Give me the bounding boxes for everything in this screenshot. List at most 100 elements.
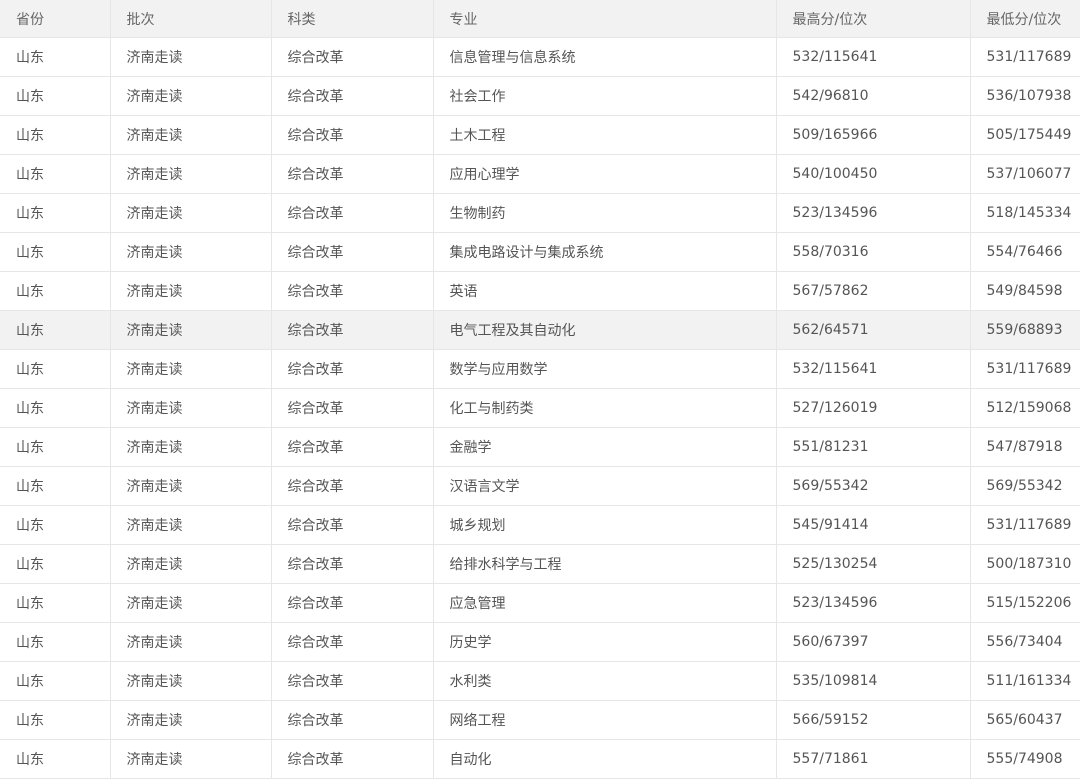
cell-min-score-rank: 537/106077 bbox=[970, 154, 1080, 194]
cell-batch: 济南走读 bbox=[110, 700, 272, 740]
table-row: 山东 济南走读 综合改革 城乡规划 545/91414 531/117689 bbox=[0, 505, 1080, 545]
cell-min-score-rank: 569/55342 bbox=[970, 466, 1080, 506]
cell-subject-type: 综合改革 bbox=[271, 232, 434, 272]
cell-min-score-rank: 512/159068 bbox=[970, 388, 1080, 428]
cell-batch: 济南走读 bbox=[110, 388, 272, 428]
cell-max-score-rank: 545/91414 bbox=[776, 505, 971, 545]
cell-major: 数学与应用数学 bbox=[433, 349, 777, 389]
cell-major: 水利类 bbox=[433, 661, 777, 701]
cell-batch: 济南走读 bbox=[110, 232, 272, 272]
cell-subject-type: 综合改革 bbox=[271, 700, 434, 740]
cell-min-score-rank: 511/161334 bbox=[970, 661, 1080, 701]
cell-subject-type: 综合改革 bbox=[271, 154, 434, 194]
table-row: 山东 济南走读 综合改革 化工与制药类 527/126019 512/159068 bbox=[0, 388, 1080, 428]
cell-min-score-rank: 531/117689 bbox=[970, 349, 1080, 389]
header-province: 省份 bbox=[0, 0, 111, 38]
cell-batch: 济南走读 bbox=[110, 193, 272, 233]
cell-subject-type: 综合改革 bbox=[271, 310, 434, 350]
table-row: 山东 济南走读 综合改革 自动化 557/71861 555/74908 bbox=[0, 739, 1080, 779]
cell-major: 历史学 bbox=[433, 622, 777, 662]
table-row: 山东 济南走读 综合改革 应急管理 523/134596 515/152206 bbox=[0, 583, 1080, 623]
cell-min-score-rank: 536/107938 bbox=[970, 76, 1080, 116]
table-row: 山东 济南走读 综合改革 水利类 535/109814 511/161334 bbox=[0, 661, 1080, 701]
cell-batch: 济南走读 bbox=[110, 661, 272, 701]
cell-batch: 济南走读 bbox=[110, 271, 272, 311]
cell-major: 社会工作 bbox=[433, 76, 777, 116]
table-row: 山东 济南走读 综合改革 汉语言文学 569/55342 569/55342 bbox=[0, 466, 1080, 506]
cell-province: 山东 bbox=[0, 544, 111, 584]
cell-min-score-rank: 531/117689 bbox=[970, 505, 1080, 545]
cell-min-score-rank: 518/145334 bbox=[970, 193, 1080, 233]
cell-province: 山东 bbox=[0, 700, 111, 740]
cell-province: 山东 bbox=[0, 310, 111, 350]
cell-major: 金融学 bbox=[433, 427, 777, 467]
table-row: 山东 济南走读 综合改革 集成电路设计与集成系统 558/70316 554/76466 bbox=[0, 232, 1080, 272]
cell-major: 土木工程 bbox=[433, 115, 777, 155]
table-row: 山东 济南走读 综合改革 土木工程 509/165966 505/175449 bbox=[0, 115, 1080, 155]
cell-province: 山东 bbox=[0, 583, 111, 623]
cell-min-score-rank: 549/84598 bbox=[970, 271, 1080, 311]
cell-max-score-rank: 551/81231 bbox=[776, 427, 971, 467]
table-row: 山东 济南走读 综合改革 金融学 551/81231 547/87918 bbox=[0, 427, 1080, 467]
cell-max-score-rank: 523/134596 bbox=[776, 193, 971, 233]
cell-batch: 济南走读 bbox=[110, 115, 272, 155]
cell-subject-type: 综合改革 bbox=[271, 739, 434, 779]
cell-subject-type: 综合改革 bbox=[271, 661, 434, 701]
cell-major: 应用心理学 bbox=[433, 154, 777, 194]
cell-batch: 济南走读 bbox=[110, 622, 272, 662]
header-max-score-rank: 最高分/位次 bbox=[776, 0, 971, 38]
cell-batch: 济南走读 bbox=[110, 583, 272, 623]
table-row: 山东 济南走读 综合改革 生物制药 523/134596 518/145334 bbox=[0, 193, 1080, 233]
table-header-row: 省份 批次 科类 专业 最高分/位次 最低分/位次 bbox=[0, 0, 1080, 38]
table-row: 山东 济南走读 综合改革 给排水科学与工程 525/130254 500/187310 bbox=[0, 544, 1080, 584]
cell-min-score-rank: 531/117689 bbox=[970, 37, 1080, 77]
cell-major: 英语 bbox=[433, 271, 777, 311]
cell-max-score-rank: 558/70316 bbox=[776, 232, 971, 272]
cell-min-score-rank: 555/74908 bbox=[970, 739, 1080, 779]
cell-major: 电气工程及其自动化 bbox=[433, 310, 777, 350]
cell-province: 山东 bbox=[0, 388, 111, 428]
cell-max-score-rank: 560/67397 bbox=[776, 622, 971, 662]
cell-max-score-rank: 557/71861 bbox=[776, 739, 971, 779]
cell-batch: 济南走读 bbox=[110, 154, 272, 194]
cell-major: 网络工程 bbox=[433, 700, 777, 740]
cell-subject-type: 综合改革 bbox=[271, 388, 434, 428]
cell-max-score-rank: 532/115641 bbox=[776, 349, 971, 389]
cell-province: 山东 bbox=[0, 154, 111, 194]
cell-max-score-rank: 532/115641 bbox=[776, 37, 971, 77]
cell-min-score-rank: 559/68893 bbox=[970, 310, 1080, 350]
admission-scores-table: 省份 批次 科类 专业 最高分/位次 最低分/位次 山东 济南走读 综合改革 信息管理… bbox=[0, 0, 1080, 779]
cell-batch: 济南走读 bbox=[110, 310, 272, 350]
cell-min-score-rank: 515/152206 bbox=[970, 583, 1080, 623]
table-row: 山东 济南走读 综合改革 社会工作 542/96810 536/107938 bbox=[0, 76, 1080, 116]
cell-province: 山东 bbox=[0, 37, 111, 77]
cell-province: 山东 bbox=[0, 427, 111, 467]
cell-max-score-rank: 523/134596 bbox=[776, 583, 971, 623]
cell-subject-type: 综合改革 bbox=[271, 193, 434, 233]
cell-max-score-rank: 569/55342 bbox=[776, 466, 971, 506]
cell-max-score-rank: 509/165966 bbox=[776, 115, 971, 155]
cell-subject-type: 综合改革 bbox=[271, 505, 434, 545]
cell-major: 汉语言文学 bbox=[433, 466, 777, 506]
table-row: 山东 济南走读 综合改革 信息管理与信息系统 532/115641 531/117689 bbox=[0, 37, 1080, 77]
cell-max-score-rank: 535/109814 bbox=[776, 661, 971, 701]
cell-subject-type: 综合改革 bbox=[271, 466, 434, 506]
table-row: 山东 济南走读 综合改革 应用心理学 540/100450 537/106077 bbox=[0, 154, 1080, 194]
cell-batch: 济南走读 bbox=[110, 544, 272, 584]
cell-batch: 济南走读 bbox=[110, 37, 272, 77]
cell-major: 化工与制药类 bbox=[433, 388, 777, 428]
table-row: 山东 济南走读 综合改革 电气工程及其自动化 562/64571 559/68893 bbox=[0, 310, 1080, 350]
cell-max-score-rank: 542/96810 bbox=[776, 76, 971, 116]
cell-batch: 济南走读 bbox=[110, 427, 272, 467]
cell-major: 信息管理与信息系统 bbox=[433, 37, 777, 77]
cell-batch: 济南走读 bbox=[110, 349, 272, 389]
cell-province: 山东 bbox=[0, 466, 111, 506]
cell-max-score-rank: 525/130254 bbox=[776, 544, 971, 584]
cell-max-score-rank: 562/64571 bbox=[776, 310, 971, 350]
header-batch: 批次 bbox=[110, 0, 272, 38]
cell-major: 集成电路设计与集成系统 bbox=[433, 232, 777, 272]
cell-province: 山东 bbox=[0, 622, 111, 662]
cell-province: 山东 bbox=[0, 349, 111, 389]
cell-min-score-rank: 547/87918 bbox=[970, 427, 1080, 467]
cell-major: 城乡规划 bbox=[433, 505, 777, 545]
